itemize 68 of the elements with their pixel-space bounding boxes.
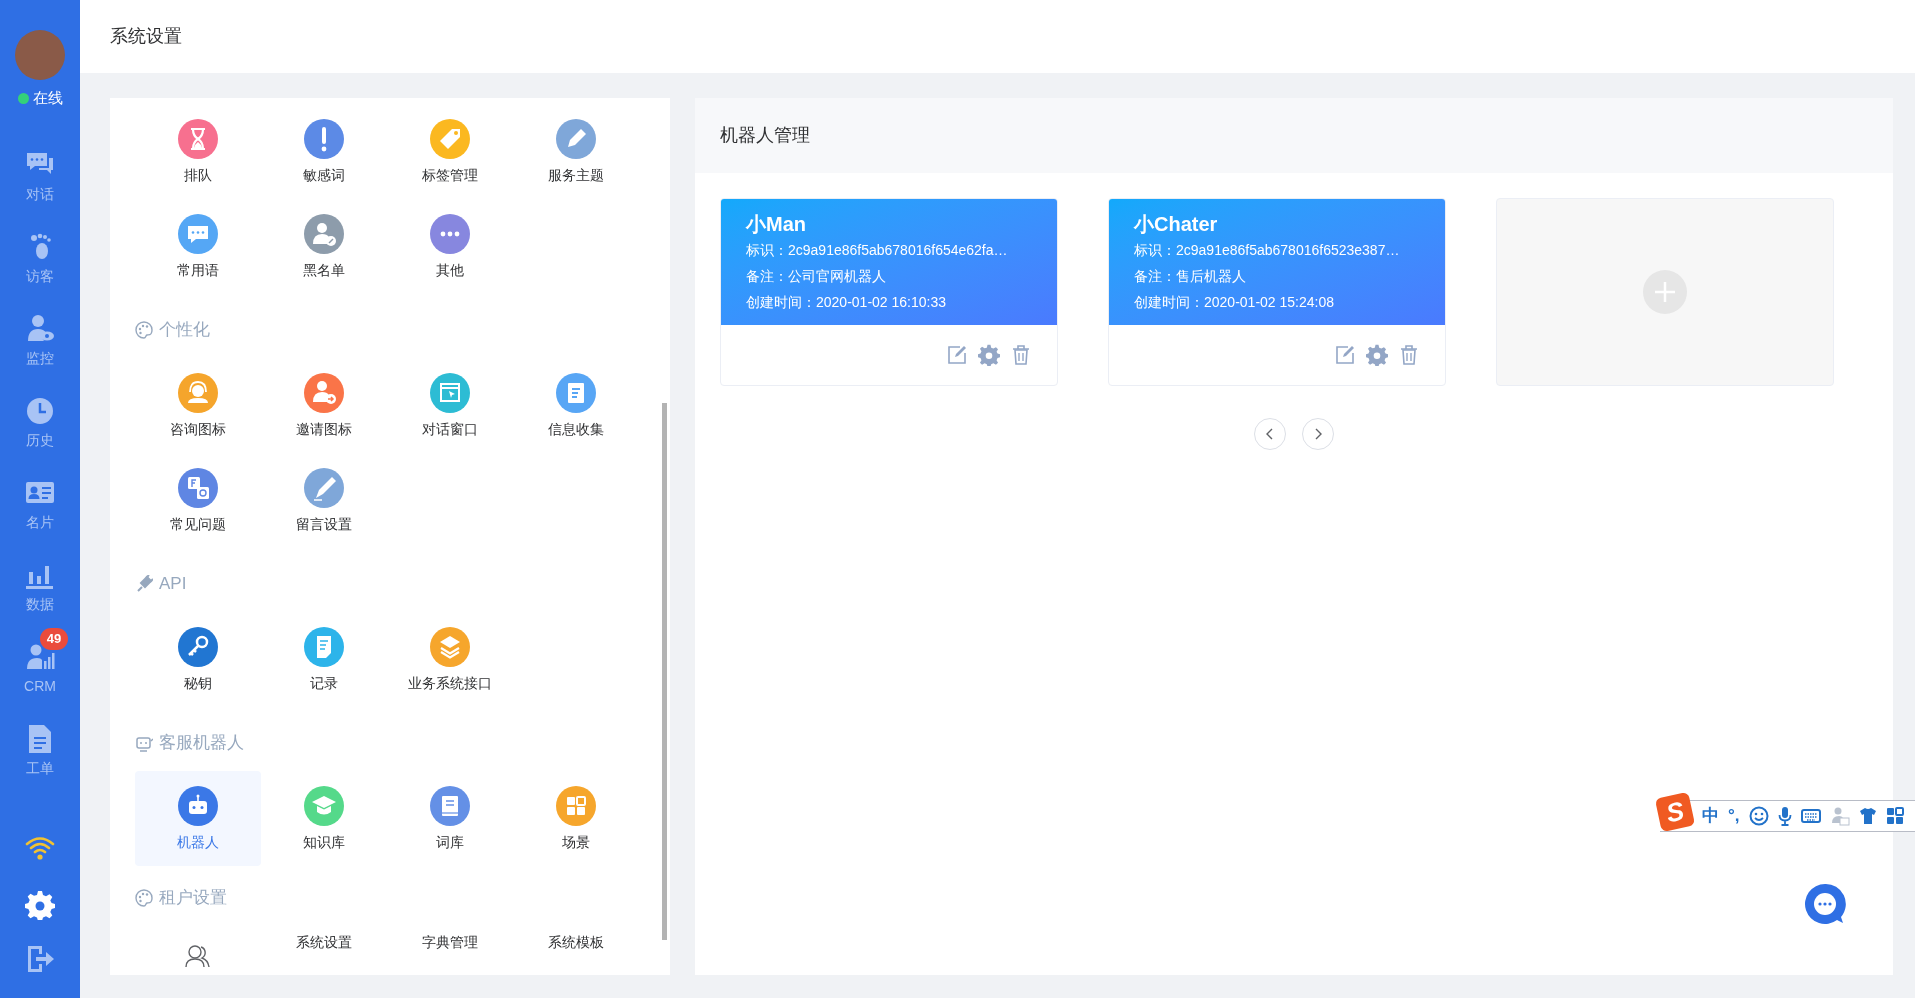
settings-item[interactable]: 系统设置: [261, 922, 387, 975]
settings-item[interactable]: 信息收集: [513, 358, 639, 453]
shirt-icon[interactable]: [1858, 807, 1877, 825]
settings-item[interactable]: 标签管理: [387, 104, 513, 199]
settings-item[interactable]: 字典管理: [387, 922, 513, 975]
status-label: 在线: [32, 88, 63, 108]
robot-id: 标识：2c9a91e86f5ab678016f654e62fa…: [746, 241, 1009, 260]
trash-icon[interactable]: [1398, 344, 1420, 366]
settings-item[interactable]: 邀请图标: [261, 358, 387, 453]
settings-item[interactable]: 对话窗口: [387, 358, 513, 453]
logout-icon[interactable]: [25, 944, 55, 974]
settings-item[interactable]: 秘钥: [135, 612, 261, 707]
robot-created-time: 创建时间：2020-01-02 15:24:08: [1134, 293, 1335, 312]
monitor-icon: [25, 313, 55, 344]
settings-item[interactable]: 留言设置: [261, 453, 387, 548]
settings-item[interactable]: 常见问题: [135, 453, 261, 548]
settings-icon[interactable]: [978, 344, 1000, 366]
people-icon: [185, 944, 211, 968]
robot-outline-icon: [135, 734, 153, 752]
avatar: [15, 30, 65, 80]
settings-item[interactable]: 常用语: [135, 199, 261, 294]
panel-title: 机器人管理: [720, 124, 810, 147]
palette-icon: [135, 889, 153, 907]
robot-name: 小Chater: [1134, 212, 1219, 237]
next-page-button[interactable]: [1302, 418, 1334, 450]
page-title: 系统设置: [110, 25, 182, 48]
user-badge-icon[interactable]: [1829, 806, 1850, 826]
robot-note: 备注：售后机器人: [1134, 267, 1247, 286]
settings-item[interactable]: 其他: [387, 199, 513, 294]
keyboard-icon[interactable]: [1800, 808, 1821, 824]
settings-item[interactable]: 排队: [135, 104, 261, 199]
settings-item[interactable]: 场景: [513, 771, 639, 866]
scrollbar-thumb[interactable]: [662, 403, 667, 940]
microphone-icon[interactable]: [1777, 806, 1792, 826]
robot-note: 备注：公司官网机器人: [746, 267, 887, 286]
smiley-icon[interactable]: [1748, 806, 1769, 826]
settings-item[interactable]: 咨询图标: [135, 358, 261, 453]
notification-badge: 49: [40, 627, 68, 650]
palette-icon: [135, 321, 153, 339]
section-title: API: [159, 573, 187, 596]
edit-icon[interactable]: [1334, 344, 1356, 366]
previous-page-button[interactable]: [1254, 418, 1286, 450]
grid-icon[interactable]: [1885, 807, 1904, 825]
chat-bubble-button[interactable]: [1803, 883, 1847, 925]
settings-item[interactable]: 知识库: [261, 771, 387, 866]
plus-icon: [1643, 270, 1687, 314]
settings-item[interactable]: 词库: [387, 771, 513, 866]
settings-item[interactable]: 业务系统接口: [387, 612, 513, 707]
settings-item[interactable]: 黑名单: [261, 199, 387, 294]
section-title: 客服机器人: [159, 732, 244, 755]
clock-icon: [25, 395, 55, 426]
settings-item[interactable]: 服务主题: [513, 104, 639, 199]
settings-icon[interactable]: [1366, 344, 1388, 366]
input-mode-toggle[interactable]: 中: [1702, 803, 1719, 829]
edit-icon[interactable]: [946, 344, 968, 366]
settings-item[interactable]: 记录: [261, 612, 387, 707]
plug-icon: [135, 575, 153, 593]
robot-created-time: 创建时间：2020-01-02 16:10:33: [746, 293, 947, 312]
robot-name: 小Man: [746, 212, 807, 237]
settings-item[interactable]: 机器人: [135, 771, 261, 866]
punctuation-toggle[interactable]: °,: [1728, 803, 1740, 829]
section-title: 租户设置: [159, 887, 227, 910]
settings-item[interactable]: 敏感词: [261, 104, 387, 199]
trash-icon[interactable]: [1010, 344, 1032, 366]
settings-item[interactable]: 系统模板: [513, 922, 639, 975]
section-title: 个性化: [159, 319, 210, 342]
settings-icon[interactable]: [25, 890, 55, 920]
robot-id: 标识：2c9a91e86f5ab678016f6523e387…: [1134, 241, 1401, 260]
